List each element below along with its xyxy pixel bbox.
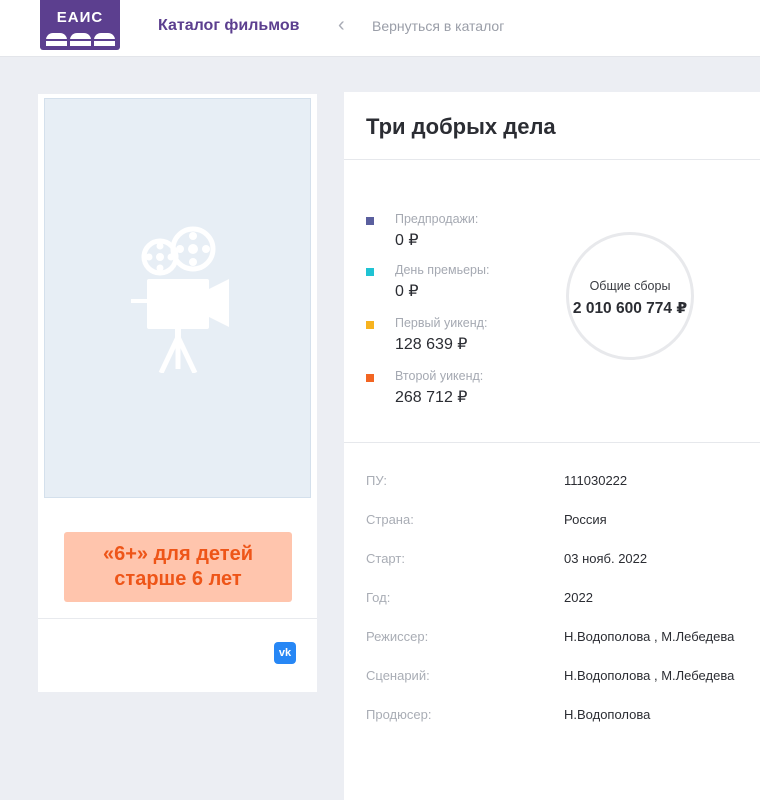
divider [38,618,317,619]
info-key: Режиссер: [366,629,429,644]
seat-icon [94,33,115,46]
poster-placeholder [44,98,311,498]
legend-marker-premiere [366,268,374,276]
stat-value: 0 ₽ [395,232,419,249]
info-key: Сценарий: [366,668,430,683]
seat-icon [46,33,67,46]
top-bar: ЕАИС Каталог фильмов ‹ Вернуться в катал… [0,0,760,57]
stat-label: День премьеры: [395,263,490,277]
age-rating-line1: «6+» для детей [103,543,253,565]
stat-label: Первый уикенд: [395,316,488,330]
info-value: Н.Водополова [564,707,651,722]
stat-label: Второй уикенд: [395,369,484,383]
film-catalog-link[interactable]: Каталог фильмов [158,17,300,35]
legend-marker-first-weekend [366,321,374,329]
info-value: 111030222 [564,473,628,488]
legend-marker-second-weekend [366,374,374,382]
info-key: ПУ: [366,473,387,488]
info-value: 2022 [564,590,593,605]
info-value: Н.Водополова , М.Лебедева [564,668,735,683]
info-key: Продюсер: [366,707,432,722]
total-label: Общие сборы [589,279,671,293]
stat-value: 128 639 ₽ [395,336,468,353]
logo-text: ЕАИС [56,9,104,26]
info-key: Страна: [366,512,414,527]
total-value: 2 010 600 774 ₽ [572,300,688,317]
film-title: Три добрых дела [366,114,556,139]
poster-card: «6+» для детей старше 6 лет vk [38,94,317,692]
legend-marker-presales [366,217,374,225]
info-key: Старт: [366,551,405,566]
eais-logo[interactable]: ЕАИС [40,0,120,50]
film-details-card: Три добрых дела Предпродажи: 0 ₽ День пр… [344,92,760,800]
divider [344,159,760,160]
divider [344,442,760,443]
back-to-catalog-link[interactable]: Вернуться в каталог [372,18,504,34]
stat-label: Предпродажи: [395,212,479,226]
age-rating-badge: «6+» для детей старше 6 лет [64,532,292,602]
stat-value: 0 ₽ [395,283,419,300]
seat-icon [70,33,91,46]
info-key: Год: [366,590,391,605]
info-value: Н.Водополова , М.Лебедева [564,629,735,644]
age-rating-line2: старше 6 лет [114,568,242,590]
info-value: Россия [564,512,607,527]
vk-share-icon[interactable]: vk [274,642,296,664]
stat-value: 268 712 ₽ [395,389,468,406]
film-camera-icon [131,226,229,373]
total-box-office-ring: Общие сборы 2 010 600 774 ₽ [566,232,694,360]
chevron-left-icon[interactable]: ‹ [338,14,345,37]
info-value: 03 нояб. 2022 [564,551,648,566]
